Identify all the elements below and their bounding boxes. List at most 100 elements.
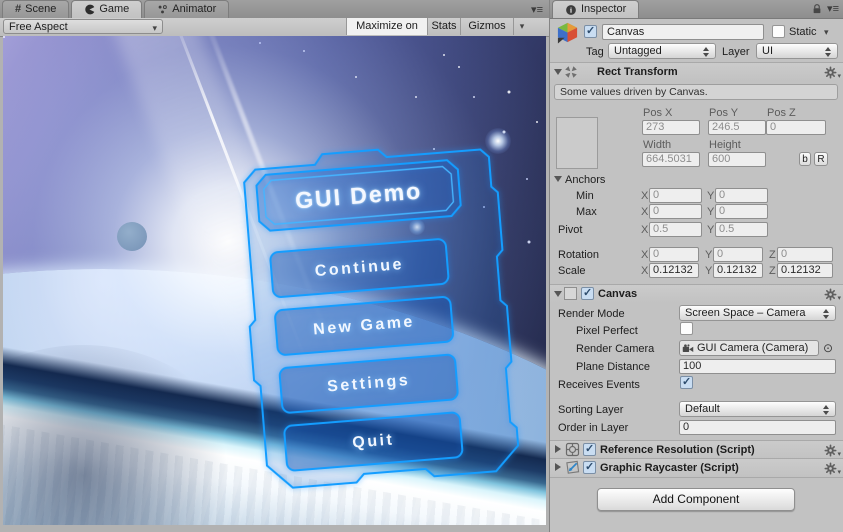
scale-y-field[interactable]: 0.12132 (713, 263, 763, 278)
scene-grid-icon: # (15, 3, 22, 15)
pos-y-field[interactable]: 246.5 (708, 120, 766, 135)
rect-preview-thumbnail (556, 117, 598, 169)
anchors-foldout-icon[interactable] (554, 176, 562, 182)
graphic-raycaster-title: Graphic Raycaster (Script) (600, 462, 739, 474)
max-label: Max (576, 206, 597, 218)
width-label: Width (643, 139, 672, 151)
tab-animator[interactable]: Animator (144, 0, 230, 18)
scale-label: Scale (558, 265, 586, 277)
gameobject-cube-icon[interactable] (556, 21, 579, 44)
static-checkbox[interactable] (772, 25, 785, 38)
foldout-closed-icon[interactable] (555, 445, 561, 453)
pivot-x-field[interactable]: 0.5 (649, 222, 702, 237)
receives-events-checkbox[interactable] (680, 375, 693, 389)
anchor-max-y-field[interactable]: 0 (715, 204, 768, 219)
canvas-component-title: Canvas (598, 288, 638, 300)
gear-icon[interactable]: ▾ (824, 288, 841, 302)
updown-arrows-icon (823, 405, 830, 415)
blueprint-mode-button[interactable]: b (799, 152, 811, 166)
rotation-z-field[interactable]: 0 (777, 247, 833, 262)
gear-icon[interactable]: ▾ (824, 462, 841, 476)
gizmos-button[interactable]: Gizmos (460, 18, 513, 35)
plane-distance-field[interactable]: 100 (679, 359, 836, 374)
pivot-label: Pivot (558, 224, 583, 236)
add-component-button[interactable]: Add Component (597, 488, 795, 511)
layer-dropdown[interactable]: UI (756, 43, 838, 59)
axis-y-label: Y (707, 206, 715, 218)
tag-dropdown[interactable]: Untagged (608, 43, 716, 59)
sorting-layer-label: Sorting Layer (558, 404, 624, 416)
receives-events-label: Receives Events (558, 379, 640, 391)
gui-demo-menu-panel: GUI Demo Continue New Game Settings Quit (221, 121, 541, 503)
unity-editor-window: # Scene Game Animator ▾≡ Free Aspect ▾ M… (0, 0, 843, 532)
rect-transform-title: Rect Transform (597, 66, 678, 78)
rotation-y-field[interactable]: 0 (713, 247, 763, 262)
updown-arrows-icon (823, 309, 830, 319)
game-viewport: GUI Demo Continue New Game Settings Quit (3, 36, 546, 525)
tab-scene-label: Scene (25, 3, 57, 15)
tab-game[interactable]: Game (71, 0, 143, 18)
axis-x-label: X (641, 224, 649, 236)
game-pane-tabstrip: # Scene Game Animator ▾≡ (0, 0, 549, 19)
gear-icon[interactable]: ▾ (824, 66, 841, 80)
graphic-raycaster-checkbox[interactable] (583, 460, 596, 474)
anchor-max-x-field[interactable]: 0 (649, 204, 702, 219)
static-arrow-icon[interactable]: ▾ (824, 25, 829, 39)
foldout-closed-icon[interactable] (555, 463, 561, 471)
width-field[interactable]: 664.5031 (642, 152, 700, 167)
axis-y-label: Y (705, 265, 713, 277)
aspect-dropdown-arrow-icon: ▾ (152, 23, 157, 33)
pane-menu-icon[interactable]: ▾≡ (531, 3, 543, 16)
axis-z-label: Z (769, 265, 776, 277)
reference-resolution-title: Reference Resolution (Script) (600, 444, 755, 456)
inspector-menu-icon[interactable]: ▾≡ (827, 2, 839, 15)
inspector-body: Canvas Static ▾ Tag Untagged Layer UI Re… (550, 18, 843, 532)
render-mode-dropdown[interactable]: Screen Space – Camera (679, 305, 836, 321)
animator-icon (157, 4, 168, 15)
canvas-component-header[interactable]: Canvas ▾ (550, 284, 843, 303)
info-icon (565, 4, 577, 16)
height-field[interactable]: 600 (708, 152, 766, 167)
graphic-raycaster-header[interactable]: Graphic Raycaster (Script) ▾ (550, 458, 843, 477)
axis-y-label: Y (707, 224, 715, 236)
game-pane: # Scene Game Animator ▾≡ Free Aspect ▾ M… (0, 0, 549, 532)
gear-icon[interactable]: ▾ (824, 444, 841, 458)
pos-z-field[interactable]: 0 (766, 120, 826, 135)
lock-icon[interactable] (811, 3, 823, 15)
gizmos-arrow-icon[interactable]: ▾ (513, 18, 530, 35)
maximize-on-play-button[interactable]: Maximize on Play (346, 18, 427, 49)
scale-z-field[interactable]: 0.12132 (777, 263, 833, 278)
rect-transform-header[interactable]: Rect Transform ▾ (550, 62, 843, 81)
pos-x-field[interactable]: 273 (642, 120, 700, 135)
active-checkbox[interactable] (584, 24, 597, 38)
stats-button[interactable]: Stats (427, 18, 460, 35)
aspect-dropdown[interactable]: Free Aspect ▾ (3, 19, 163, 34)
game-pacman-icon (84, 4, 95, 15)
foldout-open-icon[interactable] (554, 69, 562, 75)
pivot-y-field[interactable]: 0.5 (715, 222, 768, 237)
sorting-layer-dropdown[interactable]: Default (679, 401, 836, 417)
anchor-min-y-field[interactable]: 0 (715, 188, 768, 203)
pos-x-label: Pos X (643, 107, 673, 119)
aspect-dropdown-value: Free Aspect (9, 21, 68, 33)
raw-edit-mode-button[interactable]: R (814, 152, 828, 166)
pixel-perfect-checkbox[interactable] (680, 322, 693, 335)
axis-y-label: Y (705, 249, 713, 261)
render-camera-object-field[interactable]: GUI Camera (Camera) (679, 340, 819, 356)
name-field[interactable]: Canvas (602, 24, 764, 40)
height-label: Height (709, 139, 741, 151)
game-view-toolbar: Free Aspect ▾ Maximize on Play Stats Giz… (0, 18, 549, 49)
tab-scene[interactable]: # Scene (2, 0, 70, 18)
reference-resolution-checkbox[interactable] (583, 442, 596, 456)
tab-inspector[interactable]: Inspector (552, 0, 640, 18)
moon-silhouette (117, 222, 147, 251)
updown-arrows-icon (825, 47, 832, 57)
reference-resolution-header[interactable]: Reference Resolution (Script) ▾ (550, 440, 843, 459)
scale-x-field[interactable]: 0.12132 (649, 263, 699, 278)
order-in-layer-field[interactable]: 0 (679, 420, 836, 435)
rotation-x-field[interactable]: 0 (649, 247, 699, 262)
canvas-enabled-checkbox[interactable] (581, 286, 594, 300)
anchor-min-x-field[interactable]: 0 (649, 188, 702, 203)
foldout-open-icon[interactable] (554, 291, 562, 297)
object-picker-icon[interactable]: ⊙ (823, 341, 833, 355)
